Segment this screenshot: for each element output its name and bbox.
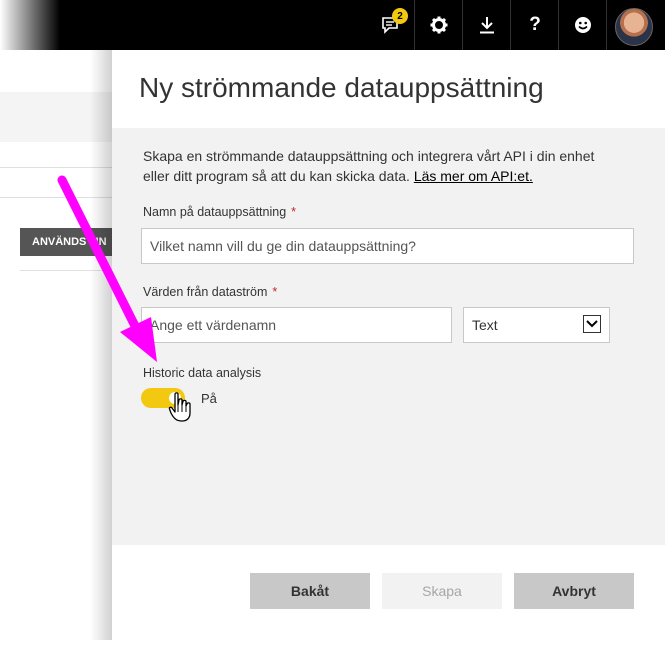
value-name-placeholder: Ange ett värdenamn [150, 317, 277, 333]
create-button[interactable]: Skapa [382, 573, 502, 609]
dataset-name-label-text: Namn på datauppsättning [143, 205, 287, 219]
streaming-dataset-dialog: Ny strömmande datauppsättning Skapa en s… [112, 50, 665, 650]
top-bar-fade [0, 0, 60, 50]
dialog-description: Skapa en strömmande datauppsättning och … [143, 146, 603, 186]
notifications-button[interactable]: 2 [366, 0, 414, 50]
chevron-down-icon [583, 315, 601, 333]
historic-data-label: Historic data analysis [143, 366, 262, 380]
divider [606, 0, 607, 50]
smiley-icon [575, 17, 591, 33]
settings-button[interactable] [415, 0, 463, 50]
notification-badge: 2 [392, 8, 408, 24]
toggle-state-label: På [201, 391, 217, 406]
dialog-title: Ny strömmande datauppsättning [139, 72, 544, 103]
back-button[interactable]: Bakåt [250, 573, 370, 609]
stream-values-label-text: Värden från dataström [143, 285, 268, 299]
dataset-name-input[interactable]: Vilket namn vill du ge din datauppsättni… [141, 228, 634, 264]
help-icon: ? [529, 14, 541, 35]
background-page-bottom [0, 640, 112, 660]
cancel-button[interactable]: Avbryt [514, 573, 634, 609]
value-name-input[interactable]: Ange ett värdenamn [141, 307, 452, 343]
avatar[interactable] [615, 8, 653, 46]
dialog-header: Ny strömmande datauppsättning [112, 50, 665, 128]
required-marker: * [272, 285, 278, 299]
dataset-name-placeholder: Vilket namn vill du ge din datauppsättni… [150, 238, 416, 254]
top-bar: 2 ? [0, 0, 665, 50]
required-marker: * [291, 205, 297, 219]
feedback-button[interactable] [559, 0, 607, 50]
value-type-selected: Text [472, 317, 498, 333]
learn-more-link[interactable]: Läs mer om API:et. [414, 168, 533, 184]
dataset-name-label: Namn på datauppsättning * [143, 205, 296, 219]
gear-icon [430, 16, 448, 34]
stream-values-label: Värden från dataström * [143, 285, 277, 299]
download-button[interactable] [463, 0, 511, 50]
value-type-select[interactable]: Text [463, 307, 610, 343]
dialog-shadow [90, 50, 112, 650]
help-button[interactable]: ? [511, 0, 559, 50]
download-icon [480, 17, 494, 34]
hand-cursor-icon [168, 392, 191, 422]
